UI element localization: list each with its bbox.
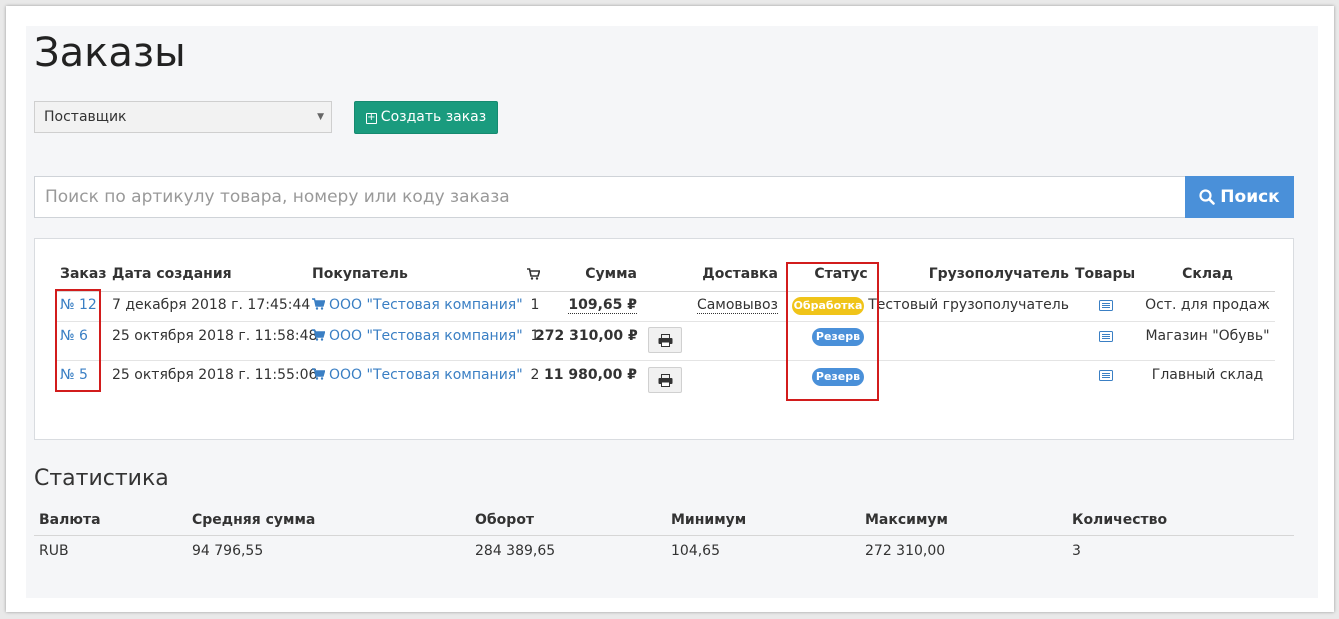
- supplier-select-value: Поставщик: [44, 109, 127, 125]
- header-order: Заказ: [60, 266, 107, 282]
- stats-avg: 94 796,55: [192, 543, 264, 559]
- buyer-link[interactable]: ООО "Тестовая компания": [312, 297, 523, 313]
- row-divider: [55, 321, 1275, 322]
- order-date: 25 октября 2018 г. 11:55:06: [112, 367, 318, 383]
- buyer-name: ООО "Тестовая компания": [329, 297, 523, 313]
- screenshot-frame: Заказы Поставщик ▼ + Создать заказ Поиск …: [6, 6, 1334, 612]
- page-title: Заказы: [34, 30, 186, 76]
- order-date: 7 декабря 2018 г. 17:45:44: [112, 297, 311, 313]
- order-consignee: Тестовый грузополучатель: [868, 297, 1069, 313]
- stats-currency: RUB: [39, 543, 69, 559]
- stats-header-currency: Валюта: [39, 512, 101, 528]
- order-sum: 109,65 ₽: [568, 297, 637, 314]
- order-column-highlight: [55, 289, 101, 392]
- order-delivery[interactable]: Самовывоз: [675, 297, 778, 314]
- header-delivery: Доставка: [702, 266, 778, 282]
- stats-turnover: 284 389,65: [475, 543, 556, 559]
- print-button[interactable]: [648, 367, 682, 393]
- buyer-name: ООО "Тестовая компания": [329, 367, 523, 383]
- search-button-label: Поиск: [1220, 187, 1280, 207]
- stats-max: 272 310,00: [865, 543, 946, 559]
- print-icon: [658, 374, 673, 387]
- orders-table: Заказ Дата создания Покупатель Сумма Дос…: [34, 238, 1294, 440]
- status-column-highlight: [786, 262, 879, 401]
- buyer-name: ООО "Тестовая компания": [329, 328, 523, 344]
- order-date: 25 октября 2018 г. 11:58:48: [112, 328, 318, 344]
- buyer-link[interactable]: ООО "Тестовая компания": [312, 328, 523, 344]
- search-button[interactable]: Поиск: [1185, 176, 1294, 218]
- search-input[interactable]: Поиск по артикулу товара, номеру или код…: [34, 176, 1186, 218]
- order-sum: 272 310,00 ₽: [535, 328, 638, 344]
- plus-square-icon: +: [365, 112, 377, 124]
- stats-divider: [34, 535, 1294, 536]
- create-order-label: Создать заказ: [380, 109, 487, 125]
- stats-count: 3: [1072, 543, 1081, 559]
- print-button[interactable]: [648, 327, 682, 353]
- list-icon[interactable]: [1099, 331, 1113, 342]
- order-warehouse: Главный склад: [1151, 367, 1264, 383]
- stats-header-avg: Средняя сумма: [192, 512, 316, 528]
- row-divider: [55, 360, 1275, 361]
- header-sum: Сумма: [585, 266, 637, 282]
- list-icon[interactable]: [1099, 370, 1113, 381]
- stats-min: 104,65: [671, 543, 720, 559]
- chevron-down-icon: ▼: [317, 112, 324, 122]
- stats-title: Статистика: [34, 466, 169, 491]
- stats-header-max: Максимум: [865, 512, 949, 528]
- buyer-link[interactable]: ООО "Тестовая компания": [312, 367, 523, 383]
- list-icon[interactable]: [1099, 300, 1113, 311]
- orders-page: Заказы Поставщик ▼ + Создать заказ Поиск …: [26, 26, 1318, 598]
- stats-header-turnover: Оборот: [475, 512, 535, 528]
- stats-header-count: Количество: [1072, 512, 1168, 528]
- order-warehouse: Магазин "Обувь": [1145, 328, 1270, 344]
- create-order-button[interactable]: + Создать заказ: [354, 101, 498, 134]
- stats-header-min: Минимум: [671, 512, 747, 528]
- search-input-placeholder: Поиск по артикулу товара, номеру или код…: [45, 187, 510, 207]
- header-date: Дата создания: [112, 266, 232, 282]
- header-divider: [55, 291, 1275, 292]
- supplier-select[interactable]: Поставщик ▼: [34, 101, 332, 133]
- print-icon: [658, 334, 673, 347]
- header-consignee: Грузополучатель: [928, 266, 1069, 282]
- cart-icon: [312, 298, 325, 310]
- header-warehouse: Склад: [1182, 266, 1233, 282]
- cart-icon: [312, 368, 325, 380]
- header-goods: Товары: [1075, 266, 1136, 282]
- header-buyer: Покупатель: [312, 266, 408, 282]
- search-icon: [1199, 189, 1216, 205]
- order-warehouse: Ост. для продаж: [1145, 297, 1270, 313]
- order-sum: 11 980,00 ₽: [544, 367, 637, 383]
- cart-icon: [312, 329, 325, 341]
